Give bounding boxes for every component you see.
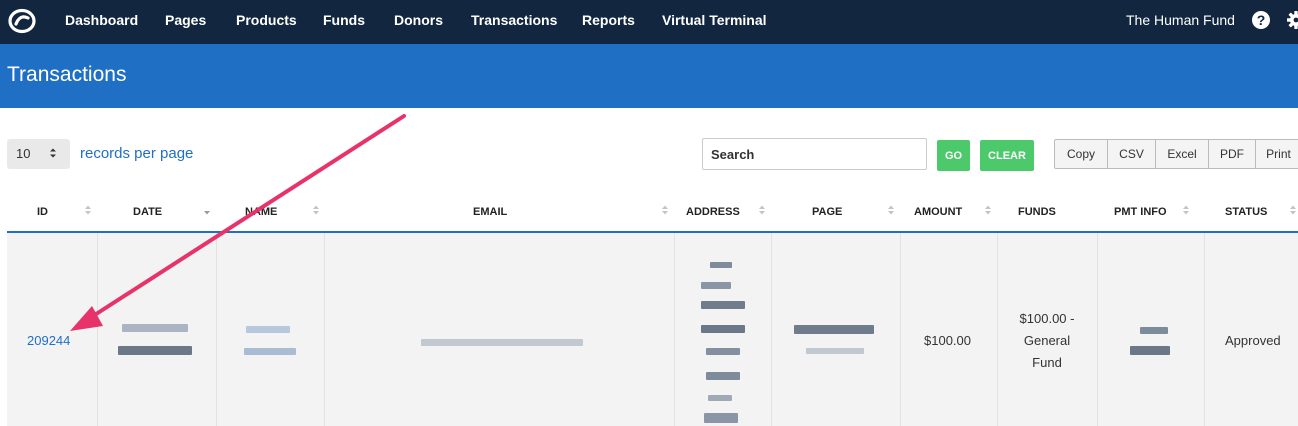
column-header-amount[interactable]: AMOUNT <box>914 206 962 218</box>
nav-funds[interactable]: Funds <box>323 12 365 28</box>
column-header-funds[interactable]: FUNDS <box>1018 206 1056 218</box>
status-cell: Approved <box>1225 333 1281 348</box>
column-header-status[interactable]: STATUS <box>1225 206 1267 218</box>
column-header-page[interactable]: PAGE <box>812 206 842 218</box>
sort-both-icon[interactable] <box>758 204 766 216</box>
help-icon[interactable]: ? <box>1252 11 1270 29</box>
sort-both-icon[interactable] <box>1289 204 1297 216</box>
column-header-pmt-info[interactable]: PMT INFO <box>1114 206 1167 218</box>
excel-button[interactable]: Excel <box>1156 139 1209 169</box>
column-divider <box>900 233 901 426</box>
sort-both-icon[interactable] <box>1182 204 1190 216</box>
page-header: Transactions <box>0 44 1298 108</box>
gear-icon[interactable] <box>1286 10 1298 30</box>
export-button-group: Copy CSV Excel PDF Print <box>1054 139 1298 169</box>
column-divider <box>216 233 217 426</box>
nav-virtual-terminal[interactable]: Virtual Terminal <box>662 12 767 28</box>
column-header-address[interactable]: ADDRESS <box>686 206 740 218</box>
records-per-page-value: 10 <box>16 146 31 161</box>
column-divider <box>324 233 325 426</box>
column-header-id[interactable]: ID <box>37 206 48 218</box>
funds-line: General <box>1023 333 1071 348</box>
nav-transactions[interactable]: Transactions <box>471 12 557 28</box>
column-header-name[interactable]: NAME <box>245 206 277 218</box>
pdf-button[interactable]: PDF <box>1209 139 1256 169</box>
funds-line: Fund <box>1032 355 1062 370</box>
top-navbar: Dashboard Pages Products Funds Donors Tr… <box>0 0 1298 44</box>
sort-both-icon[interactable] <box>661 204 669 216</box>
column-divider <box>97 233 98 426</box>
sort-both-icon[interactable] <box>84 204 92 216</box>
transaction-id-link[interactable]: 209244 <box>27 330 70 352</box>
nav-donors[interactable]: Donors <box>394 12 443 28</box>
column-header-date[interactable]: DATE <box>133 206 162 218</box>
org-switcher[interactable]: The Human Fund <box>1126 12 1235 28</box>
copy-button[interactable]: Copy <box>1054 139 1108 169</box>
go-button[interactable]: GO <box>937 140 970 171</box>
nav-reports[interactable]: Reports <box>582 12 635 28</box>
column-divider <box>1204 233 1205 426</box>
sort-both-icon[interactable] <box>984 204 992 216</box>
nav-products[interactable]: Products <box>236 12 297 28</box>
nav-pages[interactable]: Pages <box>165 12 206 28</box>
funds-line: $100.00 - <box>1019 311 1075 326</box>
column-divider <box>771 233 772 426</box>
column-divider <box>997 233 998 426</box>
page-title: Transactions <box>7 63 127 86</box>
csv-button[interactable]: CSV <box>1108 139 1156 169</box>
print-button[interactable]: Print <box>1256 139 1298 169</box>
search-input[interactable] <box>702 138 927 170</box>
brand-logo-icon[interactable] <box>7 8 37 34</box>
sort-both-icon[interactable] <box>887 204 895 216</box>
column-header-email[interactable]: EMAIL <box>473 206 507 218</box>
records-per-page-label: records per page <box>80 145 194 162</box>
records-per-page-select[interactable]: 10 <box>7 139 70 169</box>
select-updown-icon <box>50 148 56 158</box>
column-divider <box>1097 233 1098 426</box>
table-row <box>7 233 1298 426</box>
sort-desc-icon[interactable] <box>203 204 211 216</box>
clear-button[interactable]: CLEAR <box>980 140 1034 171</box>
funds-cell: $100.00 - General Fund <box>1004 308 1090 374</box>
column-divider <box>674 233 675 426</box>
amount-cell: $100.00 <box>924 333 971 348</box>
sort-both-icon[interactable] <box>312 204 320 216</box>
nav-dashboard[interactable]: Dashboard <box>65 12 138 28</box>
